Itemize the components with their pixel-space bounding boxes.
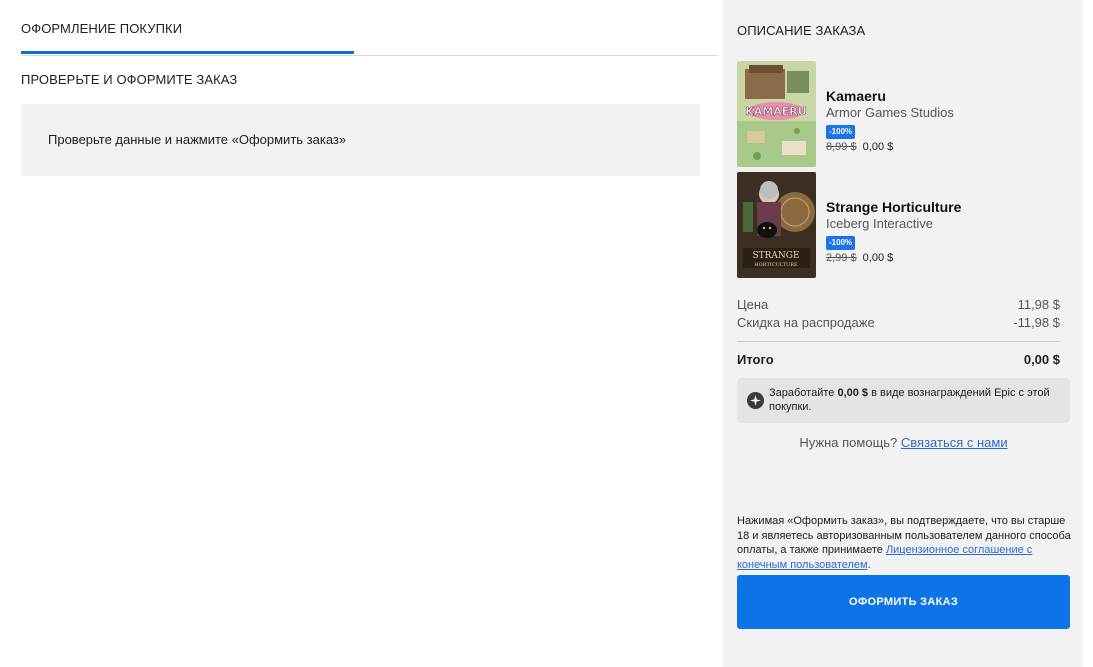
price-label: Цена — [737, 297, 769, 312]
strange-horticulture-cover-art-icon: STRANGE HORTICULTURE — [737, 172, 816, 278]
total-value: 0,00 $ — [1023, 352, 1060, 367]
price-row: Цена 11,98 $ — [737, 297, 1060, 312]
item-old-price: 2,99 $ — [826, 252, 857, 264]
order-item-info: Strange Horticulture Iceberg Interactive… — [826, 199, 961, 264]
place-order-button[interactable]: ОФОРМИТЬ ЗАКАЗ — [737, 575, 1070, 629]
item-new-price: 0,00 $ — [862, 252, 894, 264]
sale-discount-row: Скидка на распродаже -11,98 $ — [737, 315, 1060, 330]
item-publisher: Armor Games Studios — [826, 105, 954, 120]
svg-text:HORTICULTURE: HORTICULTURE — [754, 262, 798, 268]
sale-value: -11,98 $ — [1013, 315, 1060, 330]
legal-end: . — [867, 558, 871, 571]
contact-us-link[interactable]: Связаться с нами — [901, 435, 1008, 450]
order-item: KAMAERU Kamaeru Armor Games Studios -100… — [737, 61, 1070, 167]
order-summary-panel: ОПИСАНИЕ ЗАКАЗА KAMAERU Kamaeru Armor Ga… — [723, 0, 1083, 667]
svg-text:STRANGE: STRANGE — [752, 251, 799, 261]
item-price: 8,99 $ 0,00 $ — [826, 141, 954, 153]
order-item: STRANGE HORTICULTURE Strange Horticultur… — [737, 172, 1070, 278]
total-label: Итого — [737, 352, 774, 367]
price-value: 11,98 $ — [1017, 297, 1060, 312]
checkout-tabs: ОФОРМЛЕНИЕ ПОКУПКИ — [21, 0, 718, 56]
order-item-info: Kamaeru Armor Games Studios -100% 8,99 $… — [826, 88, 954, 153]
order-summary-title: ОПИСАНИЕ ЗАКАЗА — [737, 23, 866, 38]
summary-divider — [737, 341, 1060, 342]
tab-checkout[interactable]: ОФОРМЛЕНИЕ ПОКУПКИ — [21, 21, 182, 36]
epic-rewards-box: Заработайте 0,00 $ в виде вознаграждений… — [737, 378, 1070, 423]
legal-notice: Нажимая «Оформить заказ», вы подтверждае… — [737, 514, 1074, 572]
item-publisher: Iceberg Interactive — [826, 216, 933, 231]
rewards-prefix: Заработайте — [769, 387, 838, 399]
kamaeru-cover-art-icon: KAMAERU — [737, 61, 816, 167]
rewards-amount: 0,00 $ — [837, 387, 869, 399]
discount-badge: -100% — [826, 236, 856, 250]
item-name[interactable]: Strange Horticulture — [826, 199, 961, 216]
item-new-price: 0,00 $ — [862, 141, 894, 153]
rewards-star-icon — [747, 392, 764, 409]
sale-label: Скидка на распродаже — [737, 315, 875, 330]
item-name[interactable]: Kamaeru — [826, 88, 954, 105]
discount-badge: -100% — [826, 125, 856, 139]
checkout-panel: ОФОРМЛЕНИЕ ПОКУПКИ ПРОВЕРЬТЕ И ОФОРМИТЕ … — [0, 0, 723, 667]
svg-text:KAMAERU: KAMAERU — [745, 105, 806, 118]
section-title: ПРОВЕРЬТЕ И ОФОРМИТЕ ЗАКАЗ — [21, 72, 238, 87]
rewards-text: Заработайте 0,00 $ в виде вознаграждений… — [769, 386, 1059, 414]
total-row: Итого 0,00 $ — [737, 352, 1060, 367]
help-row: Нужна помощь? Связаться с нами — [737, 435, 1070, 450]
help-text: Нужна помощь? — [799, 435, 901, 450]
review-message-box: Проверьте данные и нажмите «Оформить зак… — [21, 104, 700, 176]
item-price: 2,99 $ 0,00 $ — [826, 252, 961, 264]
active-tab-indicator — [21, 51, 354, 54]
item-old-price: 8,99 $ — [826, 141, 857, 153]
review-message: Проверьте данные и нажмите «Оформить зак… — [48, 132, 347, 147]
